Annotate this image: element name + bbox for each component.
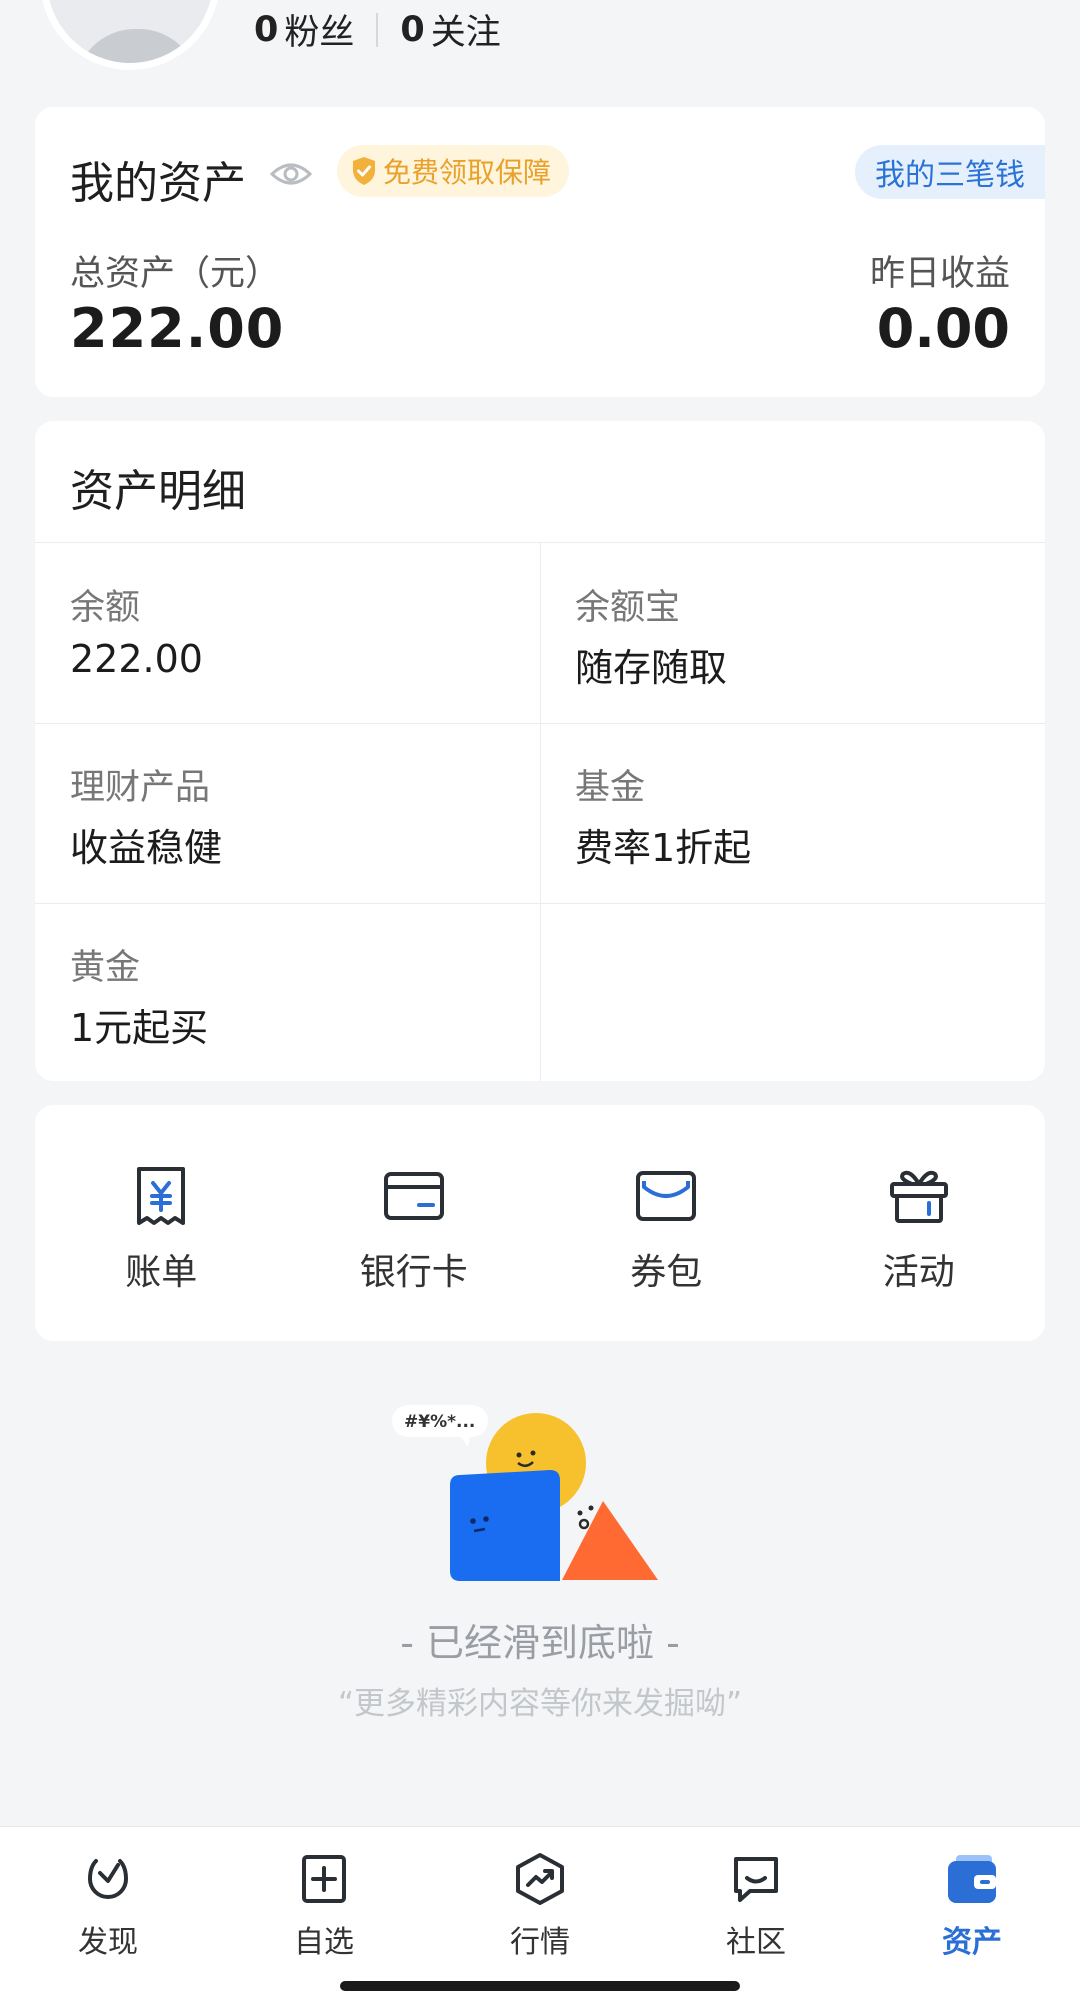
detail-item-label: 余额宝	[575, 588, 681, 628]
three-money-tag[interactable]: 我的三笔钱	[855, 145, 1045, 199]
my-assets-card: 我的资产 免费领取保障 我的三笔钱 总资产（元） 222.00 昨日收益 0.0…	[35, 107, 1045, 397]
detail-item-yuebao[interactable]: 余额宝 随存随取	[540, 543, 1045, 723]
asset-details-grid: 余额 222.00 余额宝 随存随取 理财产品 收益稳健 基金 费率1折起 黄金…	[35, 542, 1045, 1083]
end-of-list-illustration: #¥%*...	[392, 1405, 658, 1581]
fans-count[interactable]: 0	[254, 10, 278, 50]
shortcut-label: 券包	[630, 1252, 703, 1293]
detail-item-value: 费率1折起	[575, 826, 752, 870]
speech-bubble-text: #¥%*...	[404, 1412, 475, 1432]
following-count[interactable]: 0	[400, 10, 424, 50]
detail-item-value: 随存随取	[575, 646, 728, 690]
yesterday-earnings-value: 0.00	[876, 297, 1010, 360]
yesterday-earnings-label: 昨日收益	[869, 254, 1010, 294]
detail-item-wealth-products[interactable]: 理财产品 收益稳健	[35, 723, 540, 903]
coupon-wallet-icon	[636, 1171, 697, 1221]
asset-details-card: 资产明细 余额 222.00 余额宝 随存随取 理财产品 收益稳健 基金 费率1…	[35, 421, 1045, 1083]
detail-item-label: 理财产品	[70, 768, 211, 808]
triangle-character	[562, 1501, 658, 1580]
watchlist-add-icon	[302, 1855, 346, 1903]
detail-item-gold[interactable]: 黄金 1元起买	[35, 903, 540, 1083]
home-indicator[interactable]	[340, 1981, 740, 1991]
detail-item-label: 余额	[70, 588, 141, 628]
detail-item-funds[interactable]: 基金 费率1折起	[540, 723, 1045, 903]
shield-check-icon	[353, 157, 375, 185]
detail-item-balance[interactable]: 余额 222.00	[35, 543, 540, 723]
detail-item-value: 222.00	[70, 637, 203, 681]
tab-assets[interactable]: 资产	[864, 1827, 1080, 2010]
end-of-list-subtitle: “更多精彩内容等你来发掘呦”	[337, 1686, 743, 1722]
assets-title: 我的资产	[70, 158, 246, 209]
assets-wallet-icon	[948, 1855, 996, 1903]
tab-label: 资产	[942, 1925, 1002, 1960]
guarantee-label: 免费领取保障	[383, 156, 552, 189]
tab-discover[interactable]: 发现	[0, 1827, 216, 2010]
bill-icon	[137, 1167, 186, 1225]
detail-item-label: 黄金	[70, 948, 141, 988]
shortcut-label: 活动	[882, 1252, 955, 1293]
follow-divider	[376, 12, 379, 47]
discover-icon	[87, 1859, 129, 1899]
end-of-list-title: - 已经滑到底啦 -	[400, 1621, 680, 1665]
profile-strip: 0 粉丝 0 关注	[0, 0, 1080, 90]
tab-label: 社区	[726, 1925, 786, 1960]
card-character	[450, 1470, 560, 1581]
fans-label[interactable]: 粉丝	[284, 4, 354, 55]
community-chat-icon	[734, 1857, 778, 1902]
tab-label: 行情	[510, 1925, 570, 1960]
total-assets-value: 222.00	[70, 297, 285, 360]
shortcut-coupons[interactable]: 券包	[540, 1105, 793, 1341]
asset-details-title: 资产明细	[70, 466, 246, 517]
free-guarantee-badge[interactable]: 免费领取保障	[337, 145, 570, 197]
shortcut-bank-card[interactable]: 银行卡	[288, 1105, 541, 1341]
following-label[interactable]: 关注	[431, 4, 501, 55]
tab-label: 发现	[78, 1925, 138, 1960]
detail-item-value: 1元起买	[70, 1006, 209, 1050]
shortcuts-card: 账单 银行卡 券包 活动	[35, 1105, 1045, 1341]
detail-item-value: 收益稳健	[70, 826, 223, 870]
tab-label: 自选	[294, 1925, 354, 1960]
shortcut-bill[interactable]: 账单	[35, 1105, 288, 1341]
total-assets-label: 总资产（元）	[70, 254, 281, 294]
bank-card-icon	[383, 1172, 444, 1220]
gift-icon	[889, 1170, 948, 1223]
shortcut-label: 账单	[125, 1252, 198, 1293]
shortcut-label: 银行卡	[359, 1252, 468, 1293]
shortcut-activities[interactable]: 活动	[793, 1105, 1046, 1341]
follow-stats: 0 粉丝 0 关注	[254, 4, 501, 55]
market-trend-icon	[516, 1853, 564, 1905]
avatar[interactable]	[40, 0, 220, 70]
detail-item-label: 基金	[575, 768, 646, 808]
eye-icon[interactable]	[270, 159, 312, 189]
